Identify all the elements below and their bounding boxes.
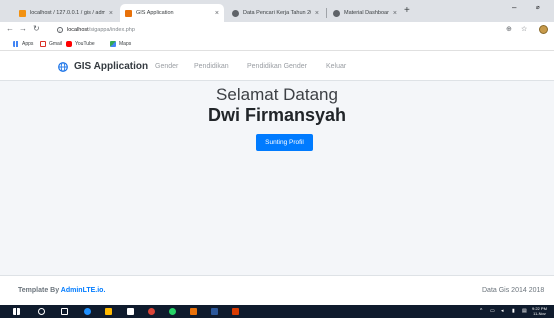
bookmark-gmail[interactable]: Gmail <box>40 41 62 47</box>
chrome-icon[interactable] <box>148 308 155 315</box>
youtube-icon <box>66 41 72 47</box>
edge-icon[interactable] <box>84 308 91 315</box>
clock-date: 11-Nov <box>533 311 546 316</box>
footer-credit-prefix: Template By <box>18 287 61 294</box>
new-tab-button[interactable]: + <box>404 5 410 16</box>
nav-link-pendidikan-gender[interactable]: Pendidikan Gender <box>247 63 307 70</box>
footer-credit: Template By AdminLTE.io. <box>18 287 105 294</box>
tray-chevron-icon[interactable]: ^ <box>480 308 482 314</box>
bookmark-label: YouTube <box>75 41 95 47</box>
footer: Template By AdminLTE.io. Data Gis 2014 2… <box>0 275 554 305</box>
address-host: localhost <box>67 27 89 33</box>
zoom-icon[interactable]: ⊕ <box>506 25 512 33</box>
windows-start-icon[interactable] <box>13 308 20 315</box>
user-name: Dwi Firmansyah <box>207 105 347 125</box>
tab-gis-application[interactable]: GIS Application × <box>120 4 224 22</box>
battery-icon[interactable]: ▮ <box>512 308 515 314</box>
apps-grid-icon <box>13 41 19 47</box>
tab-material-dashboard[interactable]: Material Dashboard by Creative × <box>328 4 402 22</box>
bookmark-label: Gmail <box>49 41 63 47</box>
globe-icon <box>58 61 68 72</box>
nav-link-keluar[interactable]: Keluar <box>326 63 346 70</box>
gis-favicon-icon <box>125 9 132 17</box>
top-navbar: GIS Application Gender Pendidikan Pendid… <box>0 52 554 81</box>
adminlte-link[interactable]: AdminLTE.io. <box>61 287 106 294</box>
nav-link-gender[interactable]: Gender <box>155 63 178 70</box>
edit-profile-button[interactable]: Sunting Profil <box>256 134 313 151</box>
tab-title: Material Dashboard by Creative <box>344 10 389 16</box>
address-bar[interactable]: i localhost/sigappa/index.php <box>57 24 489 36</box>
system-clock[interactable]: 9:22 PM 11-Nov <box>532 306 547 316</box>
content-wrapper: Selamat Datang Dwi Firmansyah Sunting Pr… <box>0 81 554 275</box>
maps-icon <box>110 41 116 47</box>
reload-icon[interactable]: ↻ <box>33 24 40 33</box>
browser-tab-strip: localhost / 127.0.0.1 / gis / admi × GIS… <box>0 0 554 22</box>
bookmark-star-icon[interactable]: ☆ <box>521 25 527 33</box>
bookmark-maps[interactable]: Maps <box>110 41 131 47</box>
tab-title: localhost / 127.0.0.1 / gis / admi <box>30 10 105 16</box>
phpmyadmin-favicon-icon <box>19 9 26 17</box>
gmail-icon <box>40 41 46 47</box>
task-view-icon[interactable] <box>61 308 68 315</box>
app-icon[interactable] <box>232 308 239 315</box>
profile-avatar[interactable] <box>539 25 548 34</box>
volume-icon[interactable]: ◂ <box>501 308 504 314</box>
close-tab-icon[interactable]: × <box>215 10 219 17</box>
globe-favicon-icon <box>333 9 340 17</box>
tab-data-pencari-kerja[interactable]: Data Pencari Kerja Tahun 2015 × <box>227 4 324 22</box>
address-path: /sigappa/index.php <box>88 27 135 33</box>
chrome-menu-icon[interactable]: ⌀ <box>536 4 540 11</box>
tab-separator <box>326 8 327 18</box>
nav-link-pendidikan[interactable]: Pendidikan <box>194 63 229 70</box>
search-icon[interactable] <box>38 308 45 315</box>
brand[interactable]: GIS Application <box>58 61 148 72</box>
brand-name: GIS Application <box>74 61 149 72</box>
minimize-icon[interactable]: – <box>512 3 516 12</box>
bookmark-label: Maps <box>119 41 132 47</box>
close-tab-icon[interactable]: × <box>315 10 319 17</box>
store-icon[interactable] <box>127 308 134 315</box>
welcome-heading: Selamat Datang <box>216 85 338 104</box>
windows-taskbar: ^ ▭ ◂ ▮ ▤ 9:22 PM 11-Nov <box>0 305 554 318</box>
bookmarks-bar: Apps Gmail YouTube Maps <box>0 38 554 51</box>
forward-icon[interactable]: → <box>19 24 27 33</box>
notification-icon[interactable]: ▤ <box>522 308 527 314</box>
file-explorer-icon[interactable] <box>105 308 112 315</box>
whatsapp-icon[interactable] <box>169 308 176 315</box>
bookmark-apps[interactable]: Apps <box>13 41 33 47</box>
bookmark-youtube[interactable]: YouTube <box>66 41 95 47</box>
info-icon[interactable]: i <box>57 27 63 33</box>
browser-toolbar: ← → ↻ i localhost/sigappa/index.php ⊕ ☆ <box>0 22 554 38</box>
close-tab-icon[interactable]: × <box>393 10 397 17</box>
tab-phpmyadmin[interactable]: localhost / 127.0.0.1 / gis / admi × <box>14 4 118 22</box>
footer-copyright: Data Gis 2014 2018 <box>482 287 545 294</box>
network-icon[interactable]: ▭ <box>490 308 495 314</box>
close-tab-icon[interactable]: × <box>109 10 113 17</box>
tab-title: GIS Application <box>136 10 174 16</box>
bookmark-label: Apps <box>22 41 34 47</box>
word-icon[interactable] <box>211 308 218 315</box>
tab-title: Data Pencari Kerja Tahun 2015 <box>243 10 311 16</box>
sublime-icon[interactable] <box>190 308 197 315</box>
globe-favicon-icon <box>232 9 239 17</box>
back-icon[interactable]: ← <box>6 24 14 33</box>
